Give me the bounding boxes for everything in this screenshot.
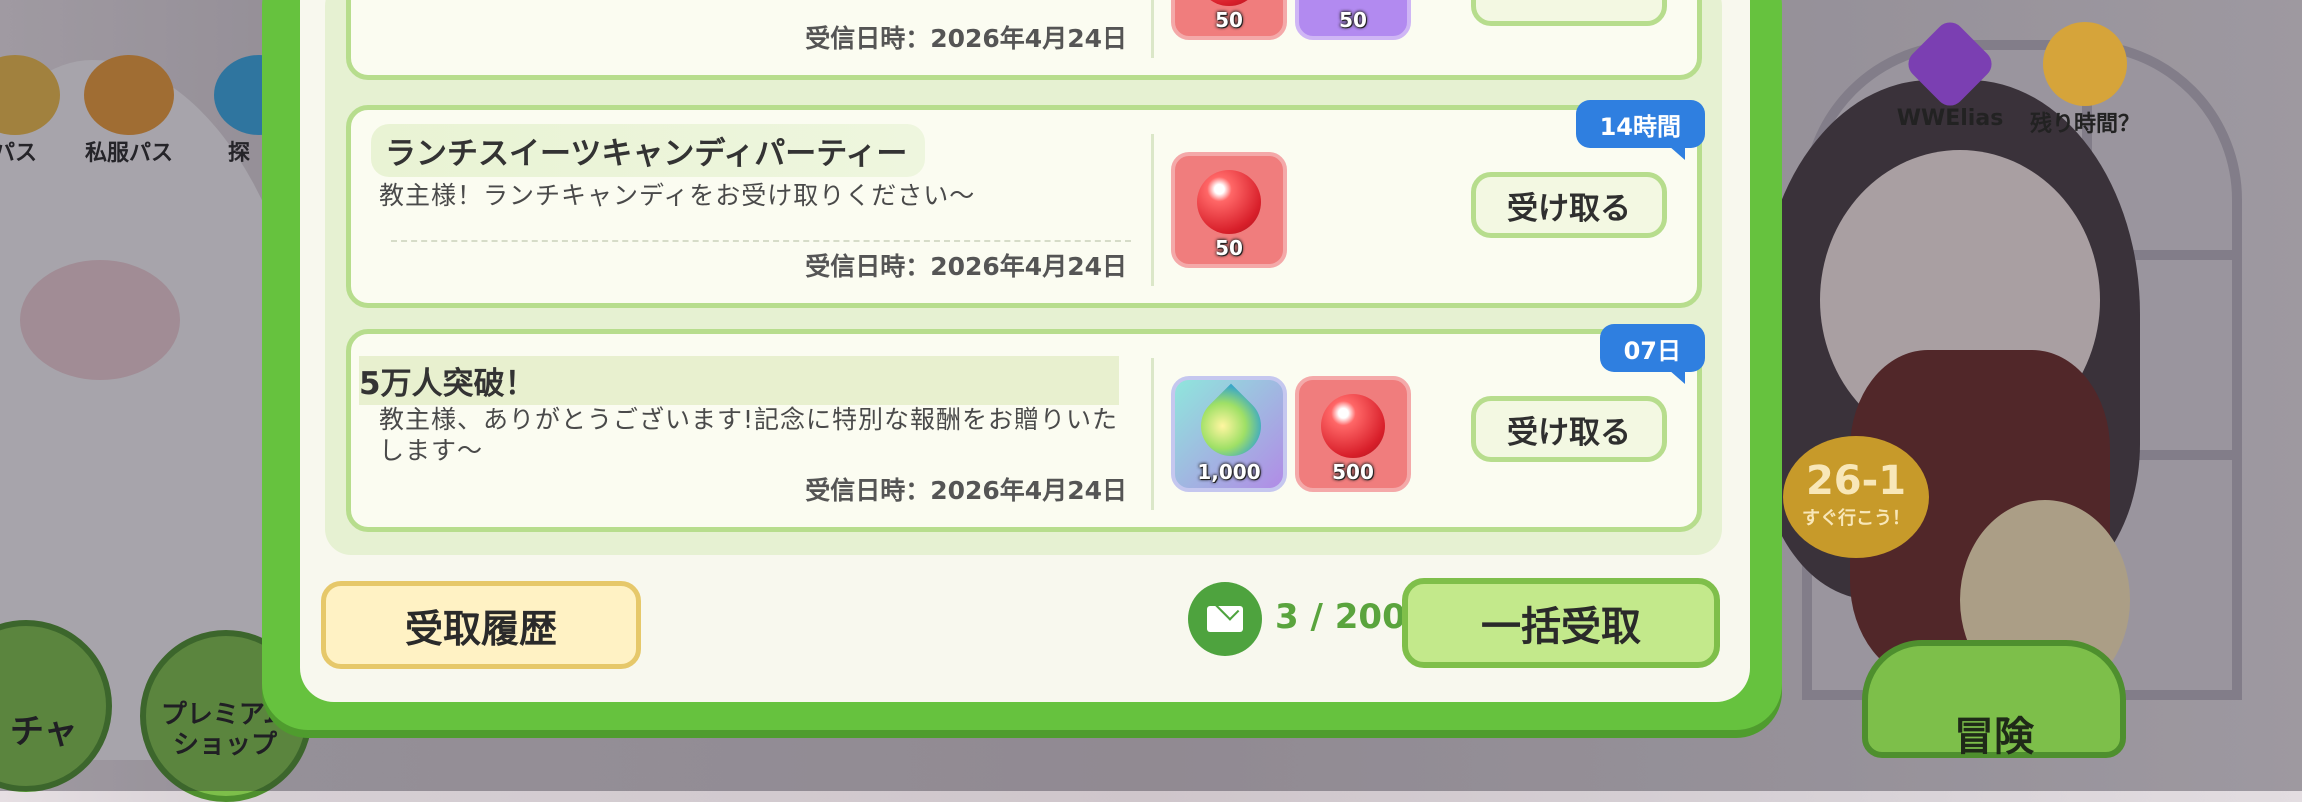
rainbow-leaf-icon <box>1188 383 1274 469</box>
reward-purple-item[interactable]: 50 <box>1295 0 1411 40</box>
item-divider <box>1151 358 1154 510</box>
mail-title: 5万人突破！ <box>359 356 1119 405</box>
adventure-button[interactable]: 冒険 <box>1862 640 2126 760</box>
mail-count: 3 / 200 <box>1275 597 1406 637</box>
reward-red-orb[interactable]: 500 <box>1295 376 1411 492</box>
mail-item: 受信日時：2026年4月24日 50 50 <box>346 0 1702 80</box>
expiry-timer-badge: 07日 <box>1599 324 1705 384</box>
dashed-divider <box>391 240 1131 242</box>
claim-history-button[interactable]: 受取履歴 <box>321 581 641 669</box>
mail-icon <box>1188 582 1262 656</box>
reward-rainbow-leaf[interactable]: 1,000 <box>1171 376 1287 492</box>
mail-title: ランチスイーツキャンディパーティー <box>371 124 926 177</box>
claim-button[interactable]: 受け取る <box>1471 396 1667 462</box>
stage-badge[interactable]: 26-1 すぐ行こう！ <box>1783 436 1929 558</box>
reward-qty: 50 <box>1339 8 1367 32</box>
claim-all-button[interactable]: 一括受取 <box>1402 578 1720 668</box>
reward-qty: 50 <box>1215 236 1243 260</box>
mail-item: 5万人突破！ 教主様、ありがとうございます!記念に特別な報酬をお贈りいたします〜… <box>346 324 1705 532</box>
expiry-timer-badge: 14時間 <box>1575 100 1705 160</box>
claim-button[interactable] <box>1471 0 1667 26</box>
reward-qty: 1,000 <box>1197 460 1261 484</box>
reward-qty: 50 <box>1215 8 1243 32</box>
red-orb-icon <box>1197 0 1261 6</box>
mail-body: 教主様！ランチキャンディをお受け取りください〜 <box>379 181 976 210</box>
item-divider <box>1151 0 1154 58</box>
reward-qty: 500 <box>1332 460 1374 484</box>
player-badge-icon[interactable]: WWElias <box>1880 16 2020 131</box>
claim-button[interactable]: 受け取る <box>1471 172 1667 238</box>
mail-item: ランチスイーツキャンディパーティー 教主様！ランチキャンディをお受け取りください… <box>346 100 1705 308</box>
adventure-label: 冒険 <box>1954 714 2034 760</box>
item-divider <box>1151 134 1154 286</box>
mail-body: 教主様、ありがとうございます!記念に特別な報酬をお贈りいたします〜 <box>379 405 1119 465</box>
received-date: 受信日時：2026年4月24日 <box>805 252 1127 281</box>
player-name: WWElias <box>1896 106 2004 131</box>
stage-number: 26-1 <box>1805 458 1907 504</box>
red-orb-icon <box>1321 394 1385 458</box>
received-date: 受信日時：2026年4月24日 <box>805 476 1127 505</box>
stage-sub: すぐ行こう！ <box>1802 508 1910 529</box>
remaining-time-label: 残り時間？ <box>2029 112 2140 137</box>
received-date: 受信日時：2026年4月24日 <box>805 24 1127 53</box>
reward-red-orb[interactable]: 50 <box>1171 152 1287 268</box>
reward-red-orb[interactable]: 50 <box>1171 0 1287 40</box>
red-orb-icon <box>1197 170 1261 234</box>
remaining-time-icon[interactable]: 残り時間？ <box>2010 22 2160 138</box>
